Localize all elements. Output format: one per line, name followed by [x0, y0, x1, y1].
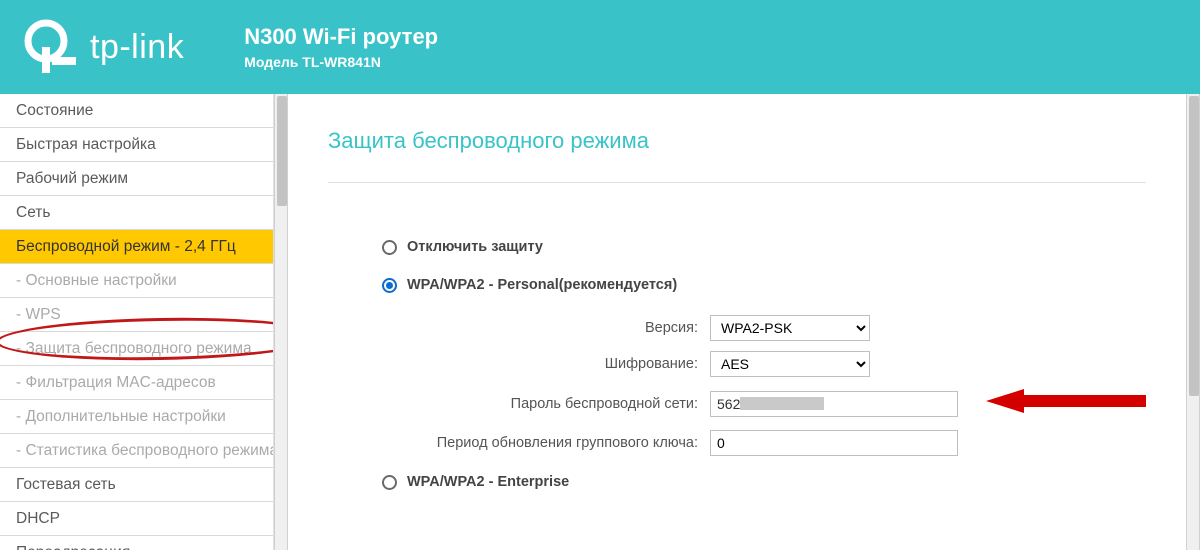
app-header: tp-link N300 Wi-Fi роутер Модель TL-WR84… [0, 0, 1200, 94]
nav-item-network[interactable]: Сеть [0, 196, 273, 230]
nav-item-wireless-24[interactable]: Беспроводной режим - 2,4 ГГц [0, 230, 273, 264]
main-content: Защита беспроводного режима Отключить за… [288, 94, 1186, 550]
nav-item-quick-setup[interactable]: Быстрая настройка [0, 128, 273, 162]
input-wireless-password[interactable]: 562 [710, 391, 958, 417]
product-title: N300 Wi-Fi роутер [244, 24, 438, 50]
sidebar-nav: Состояние Быстрая настройка Рабочий режи… [0, 94, 274, 550]
nav-sub-wps[interactable]: - WPS [0, 298, 273, 332]
password-visible-prefix: 562 [717, 396, 740, 412]
radio-wpa-personal[interactable]: WPA/WPA2 - Personal(рекомендуется) [382, 277, 1146, 293]
page-title: Защита беспроводного режима [328, 128, 1146, 154]
label-encryption: Шифрование: [328, 356, 710, 372]
select-version[interactable]: WPA2-PSK [710, 315, 870, 341]
scrollbar-left[interactable] [274, 94, 288, 550]
product-model: Модель TL-WR841N [244, 54, 438, 70]
input-group-key-update[interactable] [710, 430, 958, 456]
brand-name: tp-link [90, 28, 184, 67]
label-wireless-password: Пароль беспроводной сети: [328, 396, 710, 412]
radio-wpa-enterprise[interactable]: WPA/WPA2 - Enterprise [382, 474, 1146, 490]
radio-icon [382, 240, 397, 255]
nav-sub-basic[interactable]: - Основные настройки [0, 264, 273, 298]
radio-icon-checked [382, 278, 397, 293]
brand-logo: tp-link [24, 17, 184, 77]
nav-item-operation-mode[interactable]: Рабочий режим [0, 162, 273, 196]
radio-icon [382, 475, 397, 490]
nav-sub-advanced[interactable]: - Дополнительные настройки [0, 400, 273, 434]
select-encryption[interactable]: AES [710, 351, 870, 377]
nav-item-status[interactable]: Состояние [0, 94, 273, 128]
nav-item-dhcp[interactable]: DHCP [0, 502, 273, 536]
nav-sub-stats[interactable]: - Статистика беспроводного режима [0, 434, 273, 468]
product-info: N300 Wi-Fi роутер Модель TL-WR841N [244, 24, 438, 70]
nav-item-forwarding[interactable]: Переадресация [0, 536, 273, 550]
tp-link-logo-icon [24, 17, 84, 77]
nav-item-guest[interactable]: Гостевая сеть [0, 468, 273, 502]
radio-label: WPA/WPA2 - Personal(рекомендуется) [407, 277, 677, 293]
radio-label: WPA/WPA2 - Enterprise [407, 474, 569, 490]
nav-sub-mac-filter[interactable]: - Фильтрация MAC-адресов [0, 366, 273, 400]
radio-label: Отключить защиту [407, 239, 543, 255]
nav-sub-wireless-security[interactable]: - Защита беспроводного режима [0, 332, 273, 366]
annotation-arrow-icon [986, 387, 1146, 420]
scrollbar-right[interactable] [1186, 94, 1200, 550]
password-masked-part [740, 397, 824, 410]
divider [328, 182, 1146, 183]
label-version: Версия: [328, 320, 710, 336]
radio-disable-security[interactable]: Отключить защиту [382, 239, 1146, 255]
label-group-key-update: Период обновления группового ключа: [328, 435, 710, 451]
